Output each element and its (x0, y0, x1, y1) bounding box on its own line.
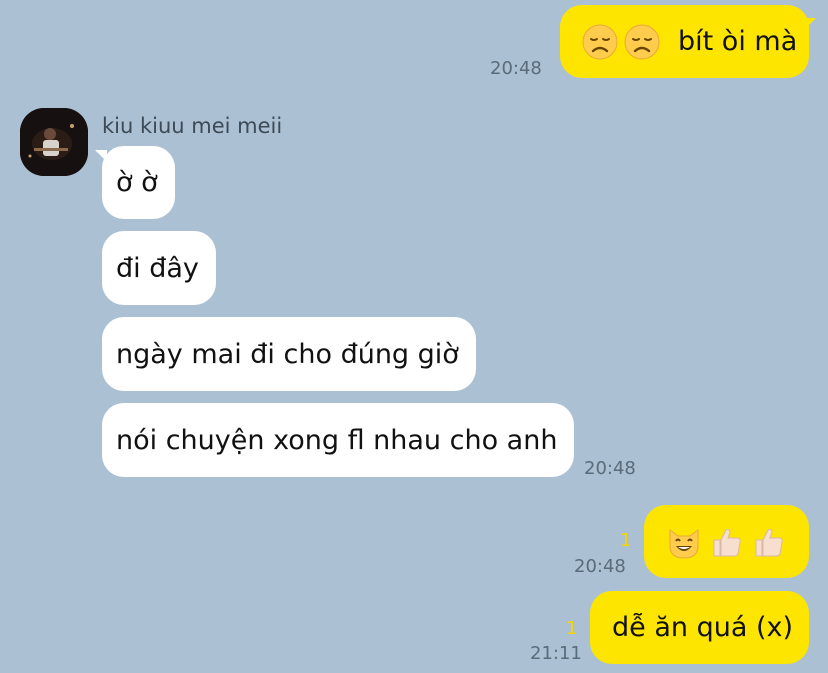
message-text: đi đây (116, 252, 199, 284)
incoming-message-bubble[interactable]: ờ ờ (102, 146, 175, 219)
message-text: dễ ăn quá (x) (612, 612, 793, 643)
avatar[interactable] (20, 108, 88, 176)
disappointed-face-emoji-icon (582, 24, 618, 60)
message-timestamp: 20:48 (574, 556, 626, 577)
outgoing-message-bubble[interactable]: dễ ăn quá (x) (590, 591, 809, 664)
sender-name: kiu kiuu mei meii (102, 114, 283, 138)
outgoing-message-bubble[interactable]: bít òi mà (560, 5, 809, 78)
message-timestamp: 20:48 (490, 58, 542, 79)
incoming-message-bubble[interactable]: nói chuyện xong fl nhau cho anh (102, 403, 574, 477)
thumbs-up-emoji-icon (750, 524, 786, 560)
thumbs-up-emoji-icon (708, 524, 744, 560)
incoming-message-bubble[interactable]: ngày mai đi cho đúng giờ (102, 317, 476, 391)
message-text: bít òi mà (678, 26, 798, 57)
outgoing-message-bubble[interactable] (644, 505, 809, 578)
message-text: nói chuyện xong fl nhau cho anh (116, 424, 558, 456)
message-timestamp: 21:11 (530, 643, 582, 664)
message-text: ngày mai đi cho đúng giờ (116, 338, 459, 370)
incoming-message-bubble[interactable]: đi đây (102, 231, 216, 305)
message-timestamp: 20:48 (584, 458, 636, 479)
unread-count: 1 (566, 618, 578, 639)
bubble-tail (804, 18, 816, 30)
unread-count: 1 (620, 530, 632, 551)
grinning-cat-emoji-icon (666, 524, 702, 560)
message-text: ờ ờ (116, 167, 158, 198)
disappointed-face-emoji-icon (624, 24, 660, 60)
